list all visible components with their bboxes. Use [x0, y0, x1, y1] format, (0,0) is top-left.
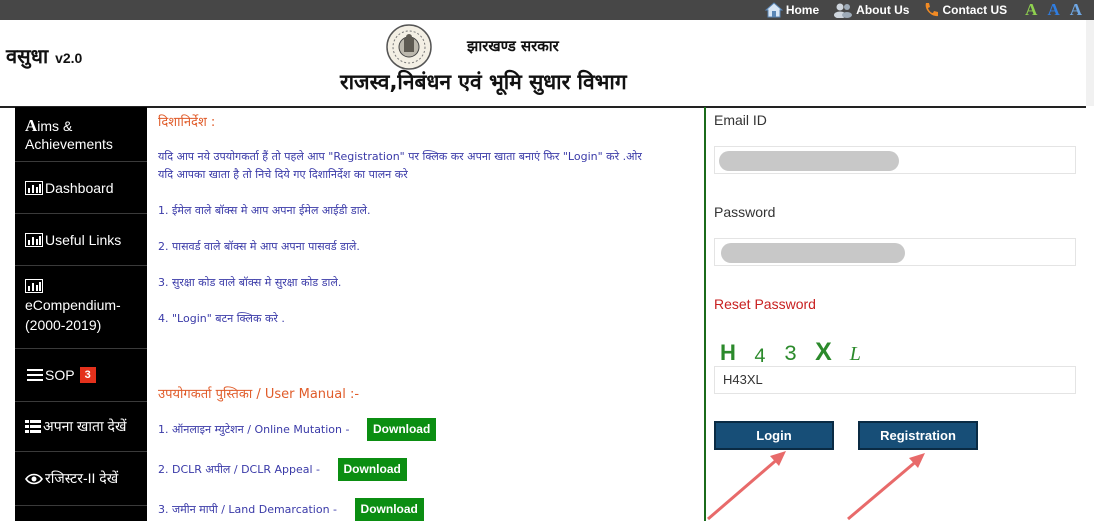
sidebar-item-register[interactable]: रजिस्टर-II देखें	[15, 452, 147, 506]
guidelines-panel: दिशानिर्देश : यदि आप नये उपयोगकर्ता हैं …	[158, 107, 698, 521]
email-redacted-value	[719, 151, 899, 171]
sidebar-item-label: अपना खाता देखें	[43, 418, 127, 434]
font-normal-button[interactable]: A	[1047, 1, 1059, 19]
sidebar: Aims & Achievements Dashboard Useful Lin…	[15, 107, 147, 521]
phone-icon	[926, 3, 939, 17]
guidelines-title: दिशानिर्देश :	[158, 115, 216, 130]
contact-link[interactable]: Contact US	[923, 2, 1007, 18]
about-link[interactable]: About Us	[833, 2, 909, 18]
font-decrease-button[interactable]: A	[1070, 1, 1082, 19]
manual-item-label: 2. DCLR अपील / DCLR Appeal -	[158, 463, 321, 476]
guideline-step: 2. पासवर्ड वाले बॉक्स मे आप अपना पासवर्ड…	[158, 240, 360, 253]
sidebar-item-useful-links[interactable]: Useful Links	[15, 214, 147, 266]
top-bar: Home About Us Contact US A A A	[0, 0, 1094, 20]
home-link[interactable]: Home	[764, 2, 820, 18]
contact-label: Contact US	[942, 3, 1008, 17]
eye-icon	[25, 473, 43, 484]
sidebar-item-dashboard[interactable]: Dashboard	[15, 162, 147, 214]
password-redacted-value	[721, 243, 905, 263]
home-label: Home	[785, 3, 820, 17]
font-size-controls: A A A	[1025, 1, 1082, 19]
sidebar-item-apna-khata[interactable]: अपना खाता देखें	[15, 402, 147, 452]
manual-item-label: 3. जमीन मापी / Land Demarcation -	[158, 503, 338, 516]
brand-version: v2.0	[55, 50, 83, 66]
ledger-icon	[25, 420, 41, 433]
password-label: Password	[714, 204, 776, 220]
download-dclr-appeal-button[interactable]: Download	[337, 458, 407, 481]
download-online-mutation-button[interactable]: Download	[366, 418, 437, 441]
login-button[interactable]: Login	[714, 421, 834, 450]
aims-icon: A	[25, 116, 38, 135]
registration-button[interactable]: Registration	[858, 421, 978, 450]
government-name: झारखण्ड सरकार	[467, 37, 559, 55]
captcha-char: X	[815, 338, 832, 366]
page-scrollbar[interactable]	[1086, 20, 1094, 106]
guidelines-intro-line2: यदि आपका खाता है तो निचे दिये गए दिशानिर…	[158, 168, 408, 181]
email-label: Email ID	[714, 112, 767, 128]
reset-password-link[interactable]: Reset Password	[714, 296, 816, 312]
brand-name: वसुधा	[6, 44, 49, 68]
download-land-demarcation-button[interactable]: Download	[354, 498, 424, 521]
sidebar-item-label: रजिस्टर-II देखें	[45, 470, 119, 486]
captcha-image: H43XL	[720, 338, 879, 369]
guideline-step: 3. सुरक्षा कोड वाले बॉक्स मे सुरक्षा कोड…	[158, 276, 342, 289]
arrow-to-registration-icon	[847, 453, 925, 521]
home-icon	[764, 2, 783, 18]
captcha-char: H	[720, 340, 736, 365]
sidebar-item-aims[interactable]: Aims & Achievements	[15, 107, 147, 162]
state-emblem-icon	[386, 24, 432, 70]
list-icon	[27, 369, 43, 381]
chart-icon	[25, 180, 43, 195]
sidebar-item-label: Dashboard	[45, 179, 114, 196]
guideline-step: 1. ईमेल वाले बॉक्स मे आप अपना ईमेल आईडी …	[158, 204, 371, 217]
captcha-input[interactable]: H43XL	[714, 366, 1076, 394]
manual-item: 3. जमीन मापी / Land Demarcation - Downlo…	[158, 498, 424, 521]
sidebar-item-label: eCompendium-(2000-2019)	[25, 297, 121, 333]
sidebar-item-label: ims & Achievements	[25, 118, 113, 152]
department-title: राजस्व,निबंधन एवं भूमि सुधार विभाग	[340, 70, 627, 94]
chart-icon	[25, 279, 43, 293]
manual-item-label: 1. ऑनलाइन म्युटेशन / Online Mutation -	[158, 423, 350, 436]
captcha-char: L	[849, 343, 861, 365]
manual-item: 1. ऑनलाइन म्युटेशन / Online Mutation - D…	[158, 418, 437, 441]
top-nav: Home About Us Contact US A A A	[764, 0, 1082, 20]
user-manual-title: उपयोगकर्ता पुस्तिका / User Manual :-	[158, 387, 360, 402]
site-header: वसुधा v2.0 झारखण्ड सरकार राजस्व,निबंधन ए…	[0, 20, 1086, 108]
about-label: About Us	[856, 3, 910, 17]
sidebar-item-ecompendium[interactable]: eCompendium-(2000-2019)	[15, 266, 147, 349]
font-increase-button[interactable]: A	[1025, 1, 1037, 19]
email-field[interactable]	[714, 146, 1076, 174]
sop-count-badge: 3	[79, 367, 96, 383]
sidebar-item-label: SOP	[45, 367, 75, 383]
panel-divider	[704, 107, 706, 521]
captcha-char: 3	[783, 342, 798, 367]
users-icon	[834, 3, 853, 18]
password-field[interactable]	[714, 238, 1076, 266]
guideline-step: 4. "Login" बटन क्लिक करे .	[158, 312, 285, 325]
manual-item: 2. DCLR अपील / DCLR Appeal - Download	[158, 458, 407, 481]
arrow-to-login-icon	[707, 451, 786, 521]
sidebar-item-label: Useful Links	[45, 231, 122, 248]
sidebar-item-sop[interactable]: SOP 3	[15, 349, 147, 402]
chart-icon	[25, 232, 43, 247]
guidelines-intro-line1: यदि आप नये उपयोगकर्ता हैं तो पहले आप "Re…	[158, 150, 642, 163]
brand-logo[interactable]: वसुधा v2.0	[6, 42, 82, 69]
